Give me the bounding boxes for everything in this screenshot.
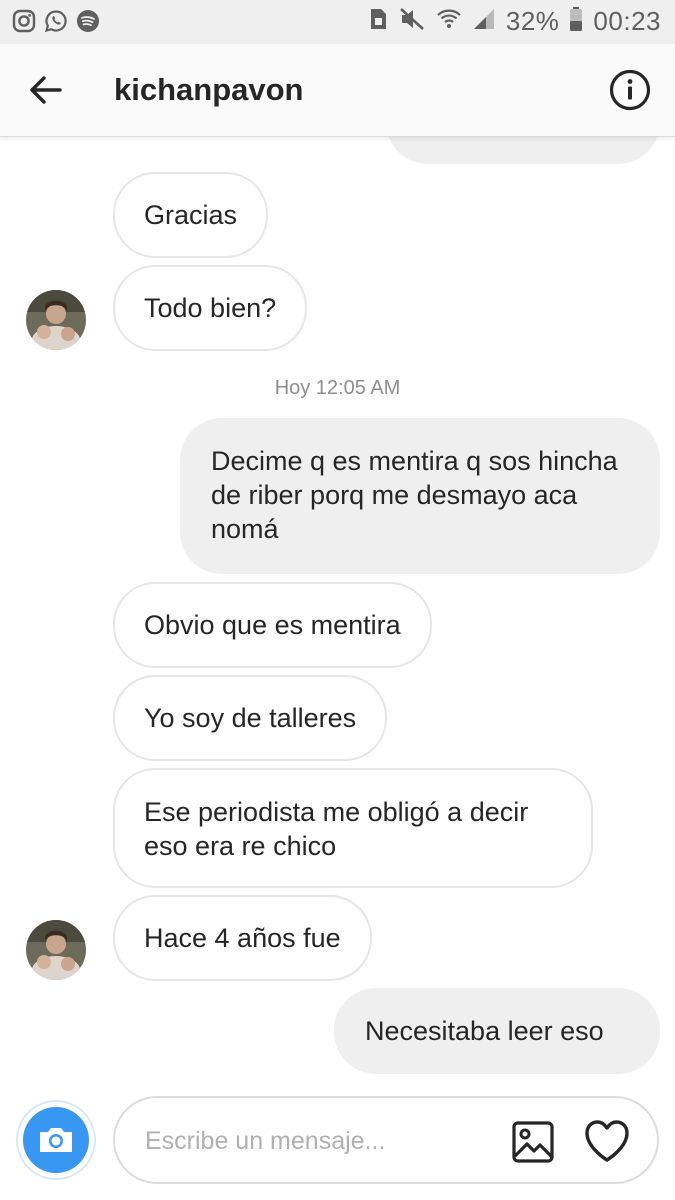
info-button[interactable] [609,69,651,111]
arrow-left-icon [30,76,62,104]
camera-icon [40,1128,72,1152]
whatsapp-icon [44,9,68,33]
message-bubble-received[interactable]: Todo bien? [113,265,308,351]
message-input[interactable] [143,1120,477,1162]
message-bubble-received[interactable]: Ese periodista me obligó a decir eso era… [113,768,593,888]
message-bubble-received[interactable]: Gracias [113,172,269,258]
instagram-icon [12,9,36,33]
message-text: Ese periodista me obligó a decir eso era… [144,797,529,861]
message-timestamp: Hoy 12:05 AM [274,377,401,399]
sim-icon [368,6,388,37]
battery-percent: 32% [505,6,560,36]
message-bubble-received[interactable]: Obvio que es mentira [113,582,432,668]
message-text: Yo soy de talleres [144,703,357,733]
message-text: Necesitaba leer eso [365,1016,604,1046]
message-text: Decime q es mentira q sos hincha de ribe… [211,446,618,544]
clock: 00:23 [593,6,661,36]
mute-icon [398,6,426,37]
message-bubble-partial [386,136,660,164]
wifi-icon [436,7,462,36]
image-icon [512,1121,554,1163]
avatar[interactable] [26,290,86,350]
back-button[interactable] [24,70,68,110]
avatar[interactable] [26,920,86,980]
status-bar: 32% 00:23 [0,0,675,44]
battery-icon [569,6,583,37]
message-input-box [113,1096,659,1184]
like-button[interactable] [583,1118,631,1164]
message-bubble-sent[interactable]: Decime q es mentira q sos hincha de ribe… [180,418,660,574]
message-thread[interactable]: Gracias Todo bien? Hoy 12:05 AM Decime q… [0,136,675,1086]
message-bubble-received[interactable]: Hace 4 años fue [113,895,372,981]
message-composer [0,1086,675,1200]
spotify-icon [76,9,100,33]
info-circle-icon [609,69,651,111]
chat-header: kichanpavon [0,44,675,137]
conversation-title[interactable]: kichanpavon [114,70,304,110]
camera-button[interactable] [16,1100,96,1180]
message-bubble-sent[interactable]: Necesitaba leer eso [334,988,660,1074]
message-bubble-received[interactable]: Yo soy de talleres [113,675,388,761]
signal-icon [472,7,496,36]
gallery-button[interactable] [511,1120,555,1164]
message-text: Gracias [144,200,238,230]
heart-icon [585,1120,629,1162]
message-text: Hace 4 años fue [144,923,341,953]
message-text: Obvio que es mentira [144,610,401,640]
message-text: Todo bien? [144,293,277,323]
